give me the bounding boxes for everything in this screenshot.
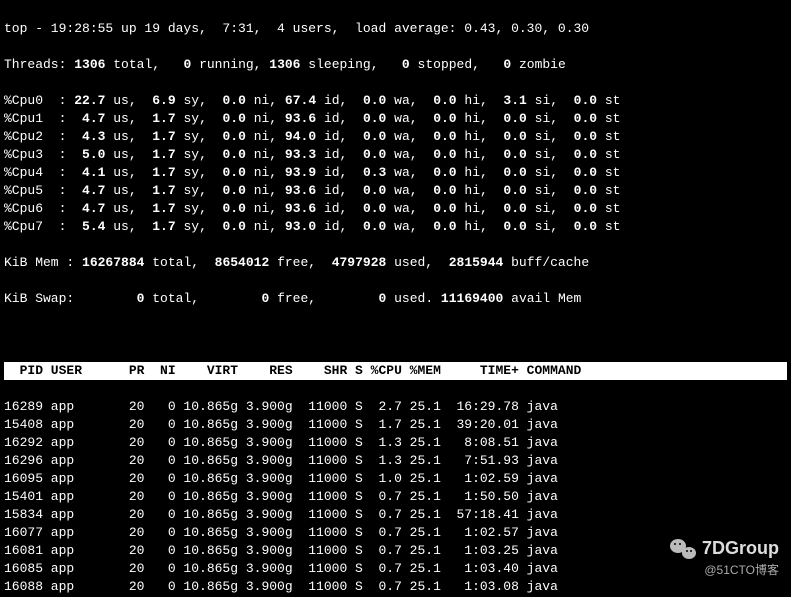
wechat-icon xyxy=(670,537,696,559)
process-row: 15834 app 20 0 10.865g 3.900g 11000 S 0.… xyxy=(4,506,787,524)
cpu-line-1: %Cpu1 : 4.7 us, 1.7 sy, 0.0 ni, 93.6 id,… xyxy=(4,110,787,128)
process-row: 16095 app 20 0 10.865g 3.900g 11000 S 1.… xyxy=(4,470,787,488)
mem-line: KiB Mem : 16267884 total, 8654012 free, … xyxy=(4,254,787,272)
swap-line: KiB Swap: 0 total, 0 free, 0 used. 11169… xyxy=(4,290,787,308)
watermark-sub: @51CTO博客 xyxy=(670,561,779,579)
process-row: 16296 app 20 0 10.865g 3.900g 11000 S 1.… xyxy=(4,452,787,470)
terminal-output[interactable]: top - 19:28:55 up 19 days, 7:31, 4 users… xyxy=(0,0,791,597)
process-header: PID USER PR NI VIRT RES SHR S %CPU %MEM … xyxy=(4,362,787,380)
cpu-line-3: %Cpu3 : 5.0 us, 1.7 sy, 0.0 ni, 93.3 id,… xyxy=(4,146,787,164)
process-row: 15408 app 20 0 10.865g 3.900g 11000 S 1.… xyxy=(4,416,787,434)
cpu-line-7: %Cpu7 : 5.4 us, 1.7 sy, 0.0 ni, 93.0 id,… xyxy=(4,218,787,236)
cpu-line-2: %Cpu2 : 4.3 us, 1.7 sy, 0.0 ni, 94.0 id,… xyxy=(4,128,787,146)
threads-line: Threads: 1306 total, 0 running, 1306 sle… xyxy=(4,56,787,74)
process-row: 16088 app 20 0 10.865g 3.900g 11000 S 0.… xyxy=(4,578,787,596)
cpu-line-5: %Cpu5 : 4.7 us, 1.7 sy, 0.0 ni, 93.6 id,… xyxy=(4,182,787,200)
cpu-line-4: %Cpu4 : 4.1 us, 1.7 sy, 0.0 ni, 93.9 id,… xyxy=(4,164,787,182)
process-row: 15401 app 20 0 10.865g 3.900g 11000 S 0.… xyxy=(4,488,787,506)
blank-line xyxy=(4,326,787,344)
process-row: 16289 app 20 0 10.865g 3.900g 11000 S 2.… xyxy=(4,398,787,416)
watermark-brand: 7DGroup xyxy=(702,539,779,557)
cpu-line-0: %Cpu0 : 22.7 us, 6.9 sy, 0.0 ni, 67.4 id… xyxy=(4,92,787,110)
process-row: 16292 app 20 0 10.865g 3.900g 11000 S 1.… xyxy=(4,434,787,452)
cpu-line-6: %Cpu6 : 4.7 us, 1.7 sy, 0.0 ni, 93.6 id,… xyxy=(4,200,787,218)
top-summary-line: top - 19:28:55 up 19 days, 7:31, 4 users… xyxy=(4,20,787,38)
watermark: 7DGroup @51CTO博客 xyxy=(670,537,779,579)
